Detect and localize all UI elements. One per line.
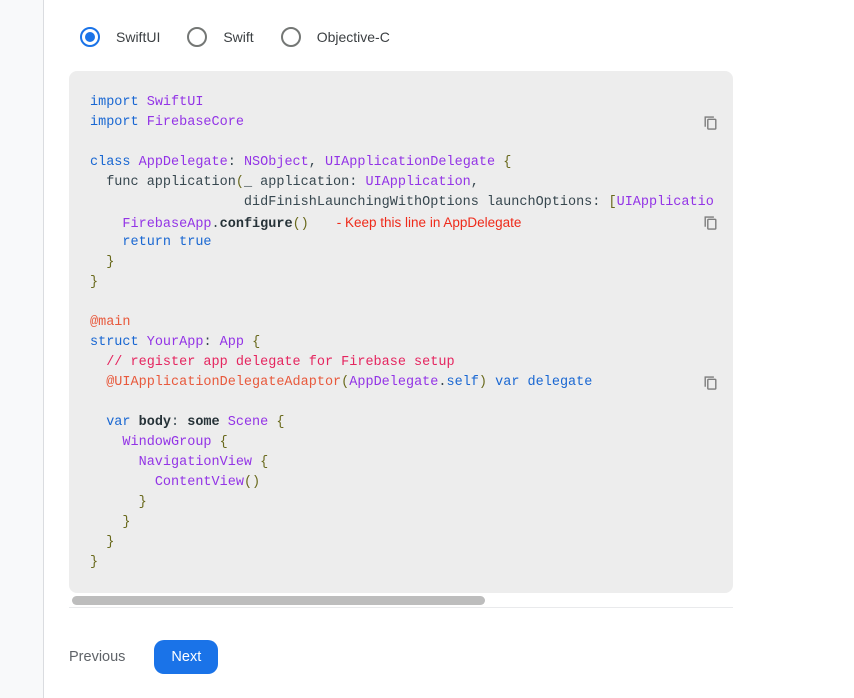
- radio-option-objectivec[interactable]: Objective-C: [281, 27, 390, 47]
- next-button[interactable]: Next: [154, 640, 218, 674]
- radio-option-swiftui[interactable]: SwiftUI: [80, 27, 160, 47]
- code-lines: import SwiftUIimport FirebaseCore class A…: [90, 93, 733, 573]
- code-line: [90, 133, 733, 153]
- code-line: WindowGroup {: [90, 433, 733, 453]
- language-radio-group: SwiftUI Swift Objective-C: [80, 27, 390, 47]
- code-line: import FirebaseCore: [90, 113, 733, 133]
- copy-icon: [701, 114, 719, 132]
- radio-label-swift: Swift: [223, 29, 253, 45]
- code-line: return true: [90, 233, 733, 253]
- code-line: didFinishLaunchingWithOptions launchOpti…: [90, 193, 733, 213]
- code-line: ContentView(): [90, 473, 733, 493]
- code-line: NavigationView {: [90, 453, 733, 473]
- code-line: func application(_ application: UIApplic…: [90, 173, 733, 193]
- code-line: FirebaseApp.configure()- Keep this line …: [90, 213, 733, 233]
- code-line: }: [90, 513, 733, 533]
- previous-button[interactable]: Previous: [69, 641, 125, 673]
- radio-icon-objectivec: [281, 27, 301, 47]
- code-line: [90, 293, 733, 313]
- code-snippet-block: import SwiftUIimport FirebaseCore class A…: [69, 71, 733, 593]
- copy-icon: [701, 374, 719, 392]
- code-line: @main: [90, 313, 733, 333]
- footer-navigation: Previous Next: [69, 640, 218, 674]
- radio-option-swift[interactable]: Swift: [187, 27, 253, 47]
- code-line: @UIApplicationDelegateAdaptor(AppDelegat…: [90, 373, 733, 393]
- left-rail-divider: [0, 0, 44, 698]
- radio-icon-swift: [187, 27, 207, 47]
- copy-code-button[interactable]: [700, 213, 720, 233]
- copy-code-button[interactable]: [700, 373, 720, 393]
- radio-icon-swiftui: [80, 27, 100, 47]
- code-line: }: [90, 493, 733, 513]
- code-line: }: [90, 533, 733, 553]
- code-line: // register app delegate for Firebase se…: [90, 353, 733, 373]
- horizontal-scrollbar-thumb[interactable]: [72, 596, 485, 605]
- horizontal-scrollbar[interactable]: [69, 596, 733, 605]
- code-line: }: [90, 273, 733, 293]
- code-line: var body: some Scene {: [90, 413, 733, 433]
- code-line: }: [90, 253, 733, 273]
- firebase-setup-step: SwiftUI Swift Objective-C import SwiftUI…: [0, 0, 854, 698]
- code-line: struct YourApp: App {: [90, 333, 733, 353]
- code-line: }: [90, 553, 733, 573]
- copy-icon: [701, 214, 719, 232]
- code-line: [90, 393, 733, 413]
- code-line: class AppDelegate: NSObject, UIApplicati…: [90, 153, 733, 173]
- radio-label-swiftui: SwiftUI: [116, 29, 160, 45]
- copy-code-button[interactable]: [700, 113, 720, 133]
- radio-label-objectivec: Objective-C: [317, 29, 390, 45]
- snippet-divider: [69, 607, 733, 608]
- code-line: import SwiftUI: [90, 93, 733, 113]
